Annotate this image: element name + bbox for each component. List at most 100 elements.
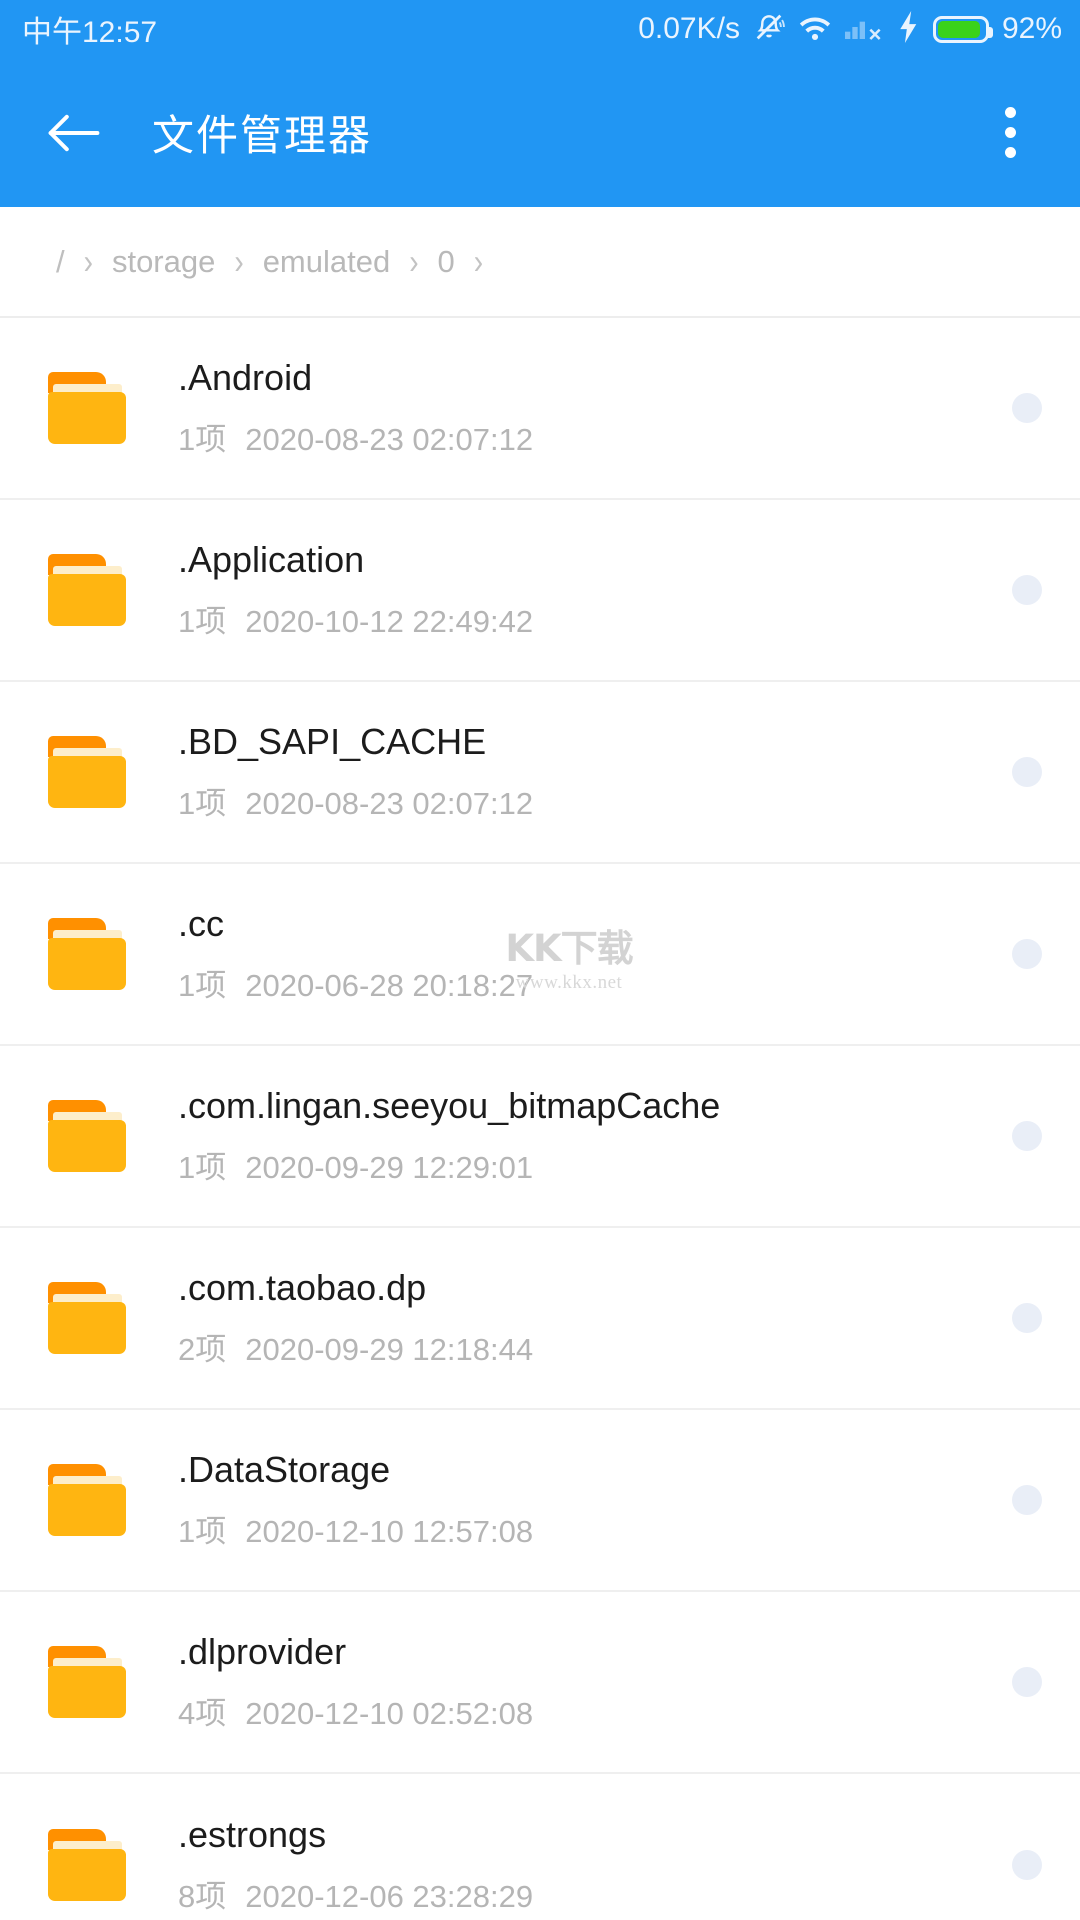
row-text: .DataStorage 1项 2020-12-10 12:57:08 — [178, 1449, 1012, 1550]
file-name: .BD_SAPI_CACHE — [178, 721, 1012, 762]
table-row[interactable]: .DataStorage 1项 2020-12-10 12:57:08 — [0, 1410, 1080, 1592]
modified-date: 2020-12-06 23:28:29 — [245, 1879, 533, 1915]
file-meta: 1项 2020-08-23 02:07:12 — [178, 414, 1012, 459]
row-text: .com.lingan.seeyou_bitmapCache 1项 2020-0… — [178, 1085, 1012, 1186]
table-row[interactable]: .dlprovider 4项 2020-12-10 02:52:08 — [0, 1592, 1080, 1774]
folder-icon — [48, 1100, 126, 1172]
folder-icon — [48, 1646, 126, 1718]
modified-date: 2020-06-28 20:18:27 — [245, 968, 533, 1004]
modified-date: 2020-08-23 02:07:12 — [245, 422, 533, 458]
row-text: .Android 1项 2020-08-23 02:07:12 — [178, 357, 1012, 458]
file-meta: 1项 2020-09-29 12:29:01 — [178, 1142, 1012, 1187]
folder-icon — [48, 372, 126, 444]
folder-icon — [48, 1829, 126, 1901]
breadcrumb: / › storage › emulated › 0 › — [0, 207, 1080, 318]
table-row[interactable]: .com.taobao.dp 2项 2020-09-29 12:18:44 — [0, 1228, 1080, 1410]
breadcrumb-item-emulated[interactable]: emulated — [263, 244, 391, 280]
file-meta: 1项 2020-06-28 20:18:27 — [178, 960, 1012, 1005]
item-count: 2项 — [178, 1324, 226, 1369]
row-text: .estrongs 8项 2020-12-06 23:28:29 — [178, 1814, 1012, 1915]
row-action-dot[interactable] — [1012, 1485, 1042, 1515]
file-list[interactable]: .Android 1项 2020-08-23 02:07:12 .Applica… — [0, 318, 1080, 1920]
row-action-dot[interactable] — [1012, 757, 1042, 787]
file-meta: 1项 2020-08-23 02:07:12 — [178, 778, 1012, 823]
modified-date: 2020-08-23 02:07:12 — [245, 786, 533, 822]
row-action-dot[interactable] — [1012, 939, 1042, 969]
status-bar: 中午12:57 0.07K/s — [0, 0, 1080, 58]
breadcrumb-item-storage[interactable]: storage — [112, 244, 215, 280]
folder-icon — [48, 554, 126, 626]
status-bar-clock: 中午12:57 — [22, 7, 157, 51]
item-count: 1项 — [178, 778, 226, 823]
chevron-right-icon: › — [474, 242, 483, 282]
network-speed-text: 0.07K/s — [638, 12, 740, 46]
folder-icon — [48, 736, 126, 808]
file-name: .estrongs — [178, 1814, 1012, 1855]
file-name: .com.lingan.seeyou_bitmapCache — [178, 1085, 1012, 1126]
overflow-dot — [1005, 107, 1016, 118]
file-meta: 8项 2020-12-06 23:28:29 — [178, 1871, 1012, 1916]
row-text: .dlprovider 4项 2020-12-10 02:52:08 — [178, 1631, 1012, 1732]
bell-mute-icon — [753, 11, 785, 48]
row-text: .BD_SAPI_CACHE 1项 2020-08-23 02:07:12 — [178, 721, 1012, 822]
table-row[interactable]: .BD_SAPI_CACHE 1项 2020-08-23 02:07:12 — [0, 682, 1080, 864]
wifi-icon — [798, 13, 832, 46]
modified-date: 2020-09-29 12:18:44 — [245, 1332, 533, 1368]
file-meta: 1项 2020-10-12 22:49:42 — [178, 596, 1012, 641]
back-arrow-icon — [47, 112, 101, 154]
modified-date: 2020-12-10 02:52:08 — [245, 1696, 533, 1732]
item-count: 1项 — [178, 596, 226, 641]
file-name: .cc — [178, 903, 1012, 944]
file-name: .com.taobao.dp — [178, 1267, 1012, 1308]
page-title: 文件管理器 — [152, 102, 372, 163]
file-meta: 2项 2020-09-29 12:18:44 — [178, 1324, 1012, 1369]
battery-icon — [933, 16, 989, 43]
item-count: 4项 — [178, 1688, 226, 1733]
folder-icon — [48, 1282, 126, 1354]
row-text: .Application 1项 2020-10-12 22:49:42 — [178, 539, 1012, 640]
row-action-dot[interactable] — [1012, 393, 1042, 423]
overflow-dot — [1005, 127, 1016, 138]
table-row[interactable]: .cc 1项 2020-06-28 20:18:27 — [0, 864, 1080, 1046]
row-action-dot[interactable] — [1012, 575, 1042, 605]
table-row[interactable]: .com.lingan.seeyou_bitmapCache 1项 2020-0… — [0, 1046, 1080, 1228]
item-count: 1项 — [178, 414, 226, 459]
signal-no-service-icon — [845, 13, 885, 46]
breadcrumb-item-0[interactable]: 0 — [438, 244, 455, 280]
folder-icon — [48, 918, 126, 990]
status-bar-indicators: 0.07K/s — [638, 11, 1062, 48]
row-text: .cc 1项 2020-06-28 20:18:27 — [178, 903, 1012, 1004]
file-meta: 4项 2020-12-10 02:52:08 — [178, 1688, 1012, 1733]
chevron-right-icon: › — [234, 242, 243, 282]
item-count: 8项 — [178, 1871, 226, 1916]
breadcrumb-item-root[interactable]: / — [56, 244, 65, 280]
row-action-dot[interactable] — [1012, 1667, 1042, 1697]
item-count: 1项 — [178, 960, 226, 1005]
overflow-dot — [1005, 147, 1016, 158]
chevron-right-icon: › — [84, 242, 93, 282]
modified-date: 2020-10-12 22:49:42 — [245, 604, 533, 640]
back-button[interactable] — [32, 91, 116, 175]
row-text: .com.taobao.dp 2项 2020-09-29 12:18:44 — [178, 1267, 1012, 1368]
battery-fill — [938, 21, 980, 38]
file-name: .Android — [178, 357, 1012, 398]
table-row[interactable]: .Android 1项 2020-08-23 02:07:12 — [0, 318, 1080, 500]
file-name: .Application — [178, 539, 1012, 580]
modified-date: 2020-12-10 12:57:08 — [245, 1514, 533, 1550]
phone-screen: 中午12:57 0.07K/s — [0, 0, 1080, 1920]
row-action-dot[interactable] — [1012, 1121, 1042, 1151]
table-row[interactable]: .Application 1项 2020-10-12 22:49:42 — [0, 500, 1080, 682]
charging-bolt-icon — [898, 11, 920, 48]
item-count: 1项 — [178, 1142, 226, 1187]
chevron-right-icon: › — [409, 242, 418, 282]
file-name: .dlprovider — [178, 1631, 1012, 1672]
row-action-dot[interactable] — [1012, 1303, 1042, 1333]
app-bar: 文件管理器 — [0, 58, 1080, 207]
table-row[interactable]: .estrongs 8项 2020-12-06 23:28:29 — [0, 1774, 1080, 1920]
row-action-dot[interactable] — [1012, 1850, 1042, 1880]
folder-icon — [48, 1464, 126, 1536]
file-meta: 1项 2020-12-10 12:57:08 — [178, 1506, 1012, 1551]
overflow-menu-button[interactable] — [974, 90, 1046, 176]
item-count: 1项 — [178, 1506, 226, 1551]
file-name: .DataStorage — [178, 1449, 1012, 1490]
